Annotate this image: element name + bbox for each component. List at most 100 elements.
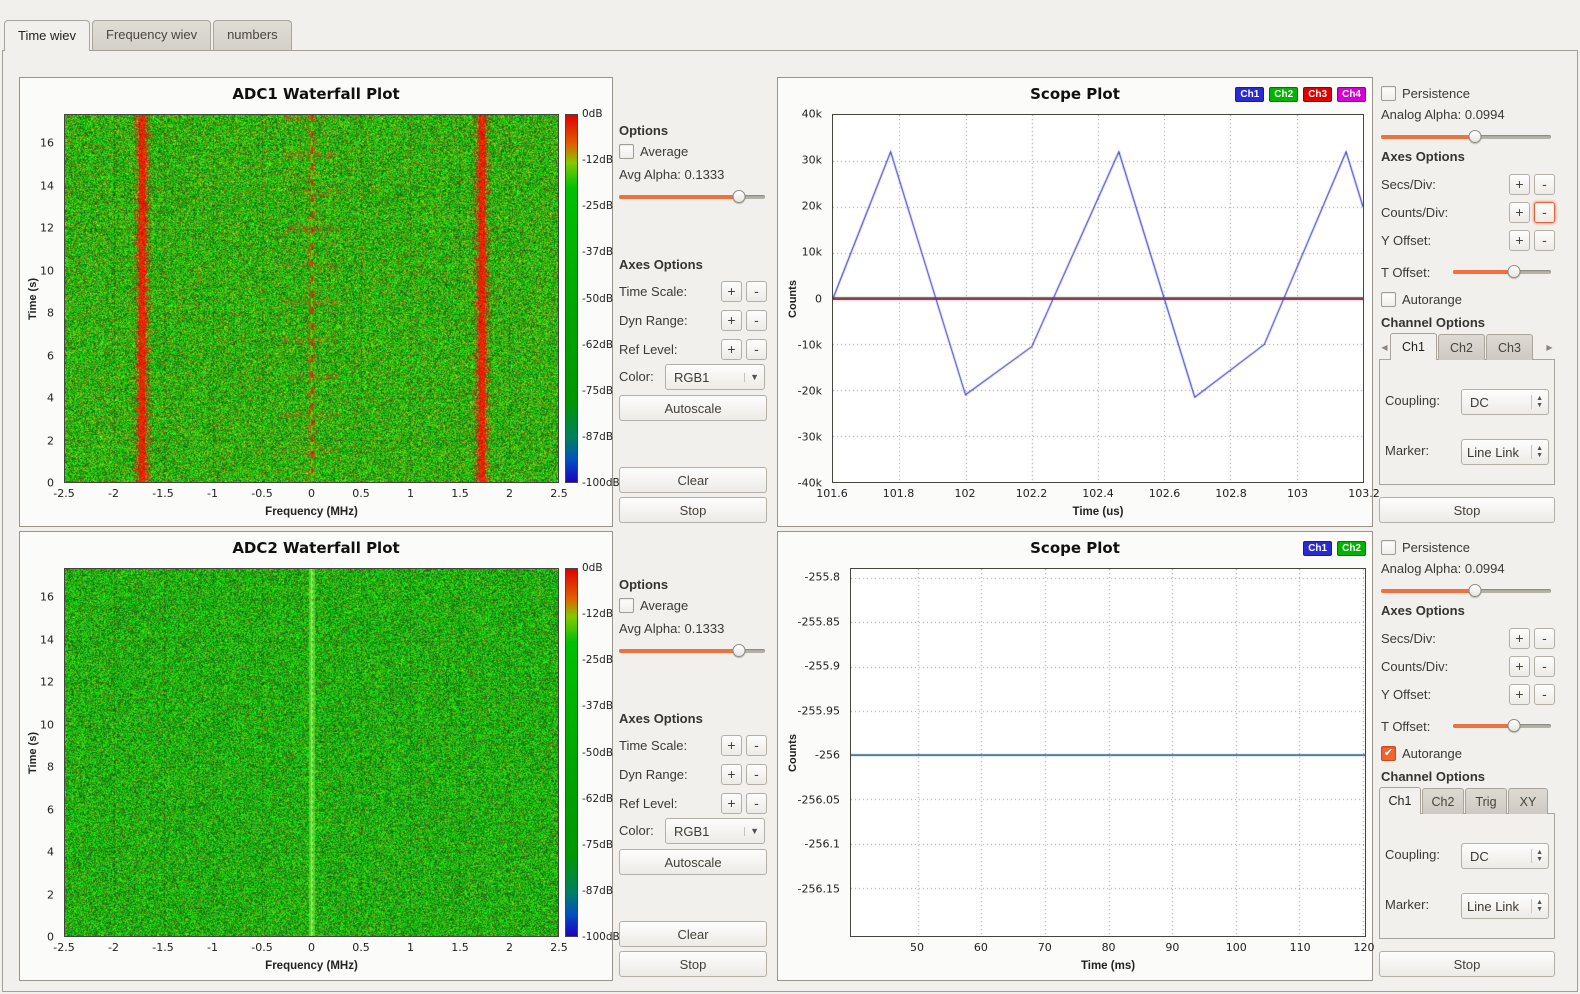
slider-knob[interactable] [1507, 719, 1520, 732]
xtick-label: -0.5 [251, 941, 272, 954]
y-offset-plus-button[interactable]: + [1509, 684, 1530, 705]
adc1-waterfall-title: ADC1 Waterfall Plot [20, 85, 612, 103]
avg-alpha-slider[interactable] [619, 189, 765, 204]
y-offset-minus-button[interactable]: - [1534, 230, 1555, 251]
counts-div-minus-button[interactable]: - [1534, 202, 1555, 223]
secs-div-plus-button[interactable]: + [1509, 628, 1530, 649]
stop-button[interactable]: Stop [619, 497, 767, 523]
scope1-x-ticks: 101.6101.8102102.2102.4102.6102.8103103.… [832, 487, 1364, 501]
adc1-x-axis-label: Frequency (MHz) [64, 506, 559, 518]
channel-tab-ch2[interactable]: Ch2 [1422, 788, 1464, 814]
legend-channel-badge[interactable]: Ch3 [1303, 87, 1332, 102]
legend-channel-badge[interactable]: Ch2 [1269, 87, 1298, 102]
xtick-label: 0 [308, 941, 315, 954]
channel-tab-ch1[interactable]: Ch1 [1390, 333, 1437, 360]
ytick-label: 4 [47, 846, 54, 859]
autorange-checkbox[interactable] [1381, 746, 1396, 761]
tab-frequency-view[interactable]: Frequency wiev [92, 20, 211, 50]
tab-scroll-left-icon[interactable]: ◀ [1379, 334, 1390, 360]
xtick-label: 2.5 [550, 487, 568, 500]
marker-dropdown[interactable]: Line Link ▲▼ [1461, 893, 1549, 919]
channel-tab-xy[interactable]: XY [1508, 788, 1548, 814]
persistence-checkbox[interactable] [1381, 540, 1396, 555]
color-dropdown[interactable]: RGB1 ▼ [665, 818, 765, 844]
scope1-canvas[interactable] [833, 115, 1363, 482]
color-dropdown[interactable]: RGB1 ▼ [665, 364, 765, 390]
legend-channel-badge[interactable]: Ch1 [1303, 541, 1332, 556]
time-scale-minus-button[interactable]: - [746, 281, 767, 302]
dyn-range-minus-button[interactable]: - [746, 310, 767, 331]
coupling-dropdown[interactable]: DC ▲▼ [1461, 389, 1549, 415]
legend-channel-badge[interactable]: Ch4 [1337, 87, 1366, 102]
stop-button[interactable]: Stop [619, 951, 767, 977]
autoscale-button[interactable]: Autoscale [619, 849, 767, 875]
stop-button[interactable]: Stop [1379, 497, 1555, 523]
adc1-plot-frame [64, 114, 559, 483]
slider-knob[interactable] [1507, 265, 1520, 278]
colorbar-tick-label: -62dB [582, 339, 613, 351]
secs-div-minus-button[interactable]: - [1534, 628, 1555, 649]
channel-tab-ch1[interactable]: Ch1 [1379, 787, 1421, 814]
colorbar-tick-label: -75dB [582, 385, 613, 397]
analog-alpha-slider[interactable] [1381, 583, 1551, 598]
ref-level-plus-button[interactable]: + [721, 793, 742, 814]
tab-scroll-right-icon[interactable]: ▶ [1544, 334, 1555, 360]
analog-alpha-slider[interactable] [1381, 129, 1551, 144]
y-offset-label: Y Offset: [1381, 233, 1505, 248]
counts-div-plus-button[interactable]: + [1509, 202, 1530, 223]
channel-tab-ch3[interactable]: Ch3 [1486, 334, 1533, 360]
dyn-range-label: Dyn Range: [619, 313, 717, 328]
xtick-label: 1.5 [451, 941, 469, 954]
channel-tab-trig[interactable]: Trig [1465, 788, 1507, 814]
slider-knob[interactable] [1468, 584, 1481, 597]
ytick-label: 16 [40, 591, 54, 604]
dyn-range-minus-button[interactable]: - [746, 764, 767, 785]
marker-dropdown[interactable]: Line Link ▲▼ [1461, 439, 1549, 465]
ytick-label: -256 [815, 749, 840, 762]
adc1-waterfall-canvas[interactable] [65, 115, 558, 482]
coupling-dropdown[interactable]: DC ▲▼ [1461, 843, 1549, 869]
colorbar-tick-label: -87dB [582, 885, 613, 897]
avg-alpha-slider[interactable] [619, 643, 765, 658]
clear-button[interactable]: Clear [619, 921, 767, 947]
time-scale-plus-button[interactable]: + [721, 735, 742, 756]
y-offset-minus-button[interactable]: - [1534, 684, 1555, 705]
clear-button[interactable]: Clear [619, 467, 767, 493]
dyn-range-plus-button[interactable]: + [721, 764, 742, 785]
slider-knob[interactable] [1468, 130, 1481, 143]
xtick-label: 102.6 [1149, 487, 1181, 500]
time-scale-minus-button[interactable]: - [746, 735, 767, 756]
dyn-range-plus-button[interactable]: + [721, 310, 742, 331]
t-offset-slider[interactable] [1453, 718, 1551, 733]
counts-div-minus-button[interactable]: - [1534, 656, 1555, 677]
tab-time-view[interactable]: Time wiev [4, 20, 90, 50]
scope2-canvas[interactable] [851, 569, 1365, 936]
tab-numbers[interactable]: numbers [213, 20, 292, 50]
xtick-label: -1 [207, 941, 218, 954]
ytick-label: -255.85 [798, 615, 840, 628]
counts-div-plus-button[interactable]: + [1509, 656, 1530, 677]
legend-channel-badge[interactable]: Ch2 [1337, 541, 1366, 556]
secs-div-plus-button[interactable]: + [1509, 174, 1530, 195]
adc2-waterfall-canvas[interactable] [65, 569, 558, 936]
secs-div-minus-button[interactable]: - [1534, 174, 1555, 195]
slider-knob[interactable] [732, 644, 745, 657]
stop-button[interactable]: Stop [1379, 951, 1555, 977]
t-offset-slider[interactable] [1453, 264, 1551, 279]
ref-level-minus-button[interactable]: - [746, 339, 767, 360]
legend-channel-badge[interactable]: Ch1 [1235, 87, 1264, 102]
average-checkbox[interactable] [619, 144, 634, 159]
scope1-plot-frame [832, 114, 1364, 483]
persistence-checkbox[interactable] [1381, 86, 1396, 101]
ref-level-minus-button[interactable]: - [746, 793, 767, 814]
average-checkbox[interactable] [619, 598, 634, 613]
time-scale-plus-button[interactable]: + [721, 281, 742, 302]
autorange-checkbox[interactable] [1381, 292, 1396, 307]
autoscale-button[interactable]: Autoscale [619, 395, 767, 421]
ref-level-plus-button[interactable]: + [721, 339, 742, 360]
channel-tab-ch2[interactable]: Ch2 [1438, 334, 1485, 360]
y-offset-plus-button[interactable]: + [1509, 230, 1530, 251]
persistence-label: Persistence [1402, 86, 1470, 101]
adc1-waterfall-panel: ADC1 Waterfall Plot Time (s) 16141210864… [19, 77, 613, 527]
slider-knob[interactable] [732, 190, 745, 203]
